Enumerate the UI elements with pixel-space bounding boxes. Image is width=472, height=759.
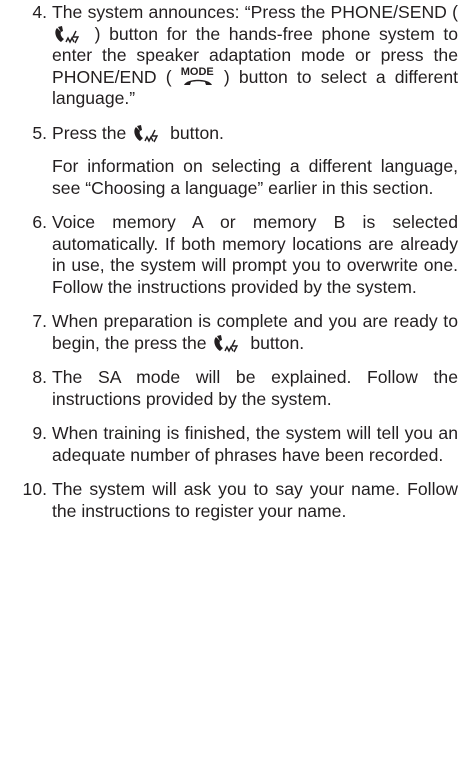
step-number: 5. (32, 122, 47, 143)
step-text: The system announces: “Press the PHONE/S… (52, 2, 458, 108)
step-text: Press the button. (52, 122, 224, 144)
step-10: 10. The system will ask you to say your … (14, 479, 458, 522)
step-8: 8. The SA mode will be explained. Follow… (14, 367, 458, 410)
phone-send-icon (131, 124, 165, 144)
step-text: The system will ask you to say your name… (52, 479, 458, 521)
phone-end-mode-icon: MODE (180, 65, 215, 86)
step-7: 7. When preparation is complete and you … (14, 311, 458, 354)
step-text: The SA mode will be explained. Follow th… (52, 367, 458, 409)
instruction-list: 4. The system announces: “Press the PHON… (14, 2, 458, 522)
step-5: 5. Press the button. For information on … (14, 123, 458, 200)
manual-page: 4. The system announces: “Press the PHON… (0, 0, 472, 759)
step-number: 4. (32, 2, 47, 22)
step-6: 6. Voice memory A or memory B is selecte… (14, 212, 458, 298)
step-text: When training is finished, the system wi… (52, 423, 458, 465)
phone-send-icon (52, 25, 86, 45)
step-text: Voice memory A or memory B is selected a… (52, 212, 458, 297)
step-number: 6. (32, 212, 47, 232)
step-9: 9. When training is finished, the system… (14, 423, 458, 466)
mode-label: MODE (180, 65, 214, 78)
step-number: 7. (32, 311, 47, 331)
step-number: 10. (22, 479, 47, 499)
step-number: 8. (32, 367, 47, 387)
step-text: When preparation is complete and you are… (52, 311, 458, 354)
step-note: For information on selecting a different… (52, 156, 458, 198)
step-number: 9. (32, 423, 47, 443)
phone-send-icon (211, 334, 245, 354)
step-4: 4. The system announces: “Press the PHON… (14, 2, 458, 110)
